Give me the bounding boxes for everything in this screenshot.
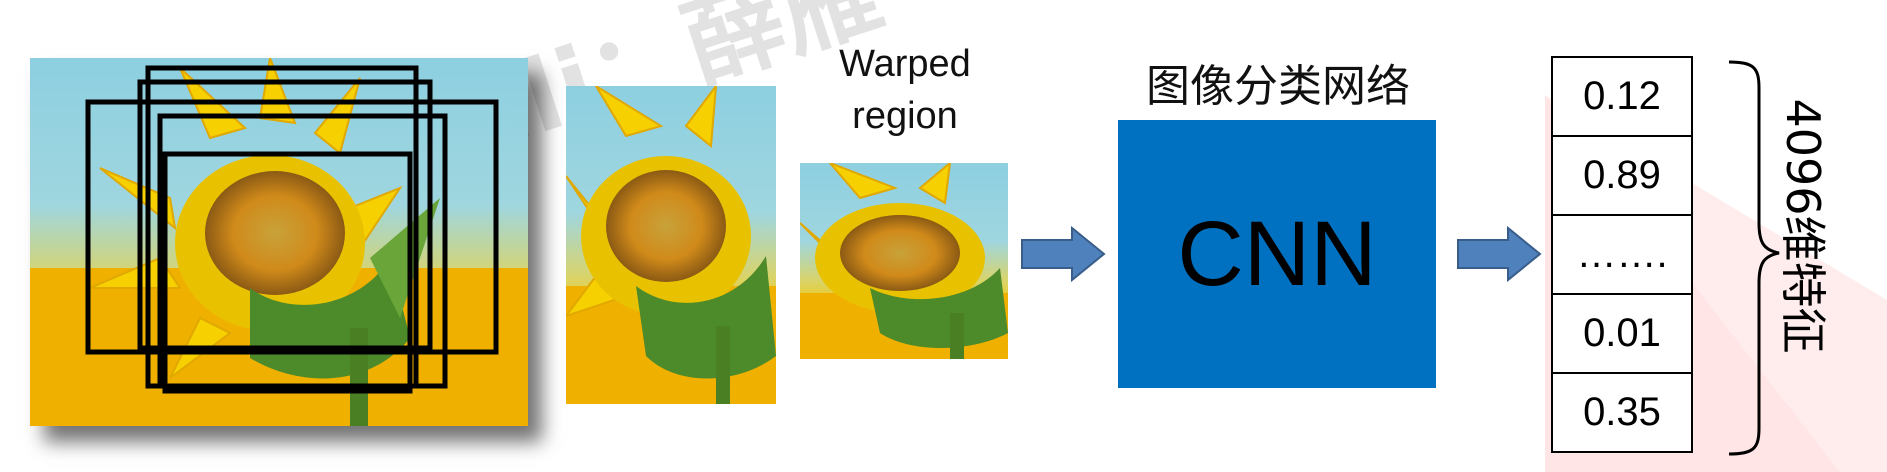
cnn-label: CNN <box>1177 202 1377 305</box>
arrow-right-icon <box>1457 226 1542 282</box>
warped-region-image <box>800 163 1008 359</box>
feature-cell: 0.35 <box>1551 372 1693 453</box>
warped-label-line-1: Warped <box>839 43 971 85</box>
arrow-right-icon <box>1021 226 1106 282</box>
feature-cell: 0.12 <box>1551 56 1693 135</box>
feature-cell: 0.01 <box>1551 293 1693 372</box>
region-proposal-boxes <box>85 65 499 394</box>
cropped-region-image <box>566 86 776 404</box>
feature-cell: ……. <box>1551 214 1693 293</box>
feature-vector: 0.12 0.89 ……. 0.01 0.35 <box>1551 56 1693 453</box>
network-title: 图像分类网络 <box>1146 61 1410 112</box>
warped-region-label: Warped region <box>810 38 1000 142</box>
cnn-block: CNN <box>1118 120 1436 388</box>
feature-dimension-label: 4096维特征 <box>1776 98 1830 354</box>
input-image <box>30 58 528 426</box>
feature-cell: 0.89 <box>1551 135 1693 214</box>
warped-label-line-2: region <box>852 95 958 137</box>
